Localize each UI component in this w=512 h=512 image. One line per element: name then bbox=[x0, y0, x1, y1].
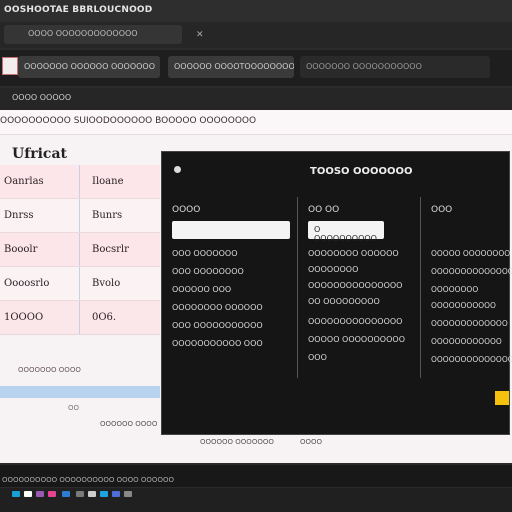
list-item[interactable]: OOOOOOOO bbox=[308, 265, 358, 274]
list-item[interactable]: OOOOOOOOOOOOOOO bbox=[431, 267, 512, 276]
popup-dialog: TOOSO OOOOOOO OOOO OOO OOOOOOO OOO OOOOO… bbox=[161, 151, 512, 435]
popup-column-1: OOOO OOO OOOOOOO OOO OOOOOOOO OOOOOO OOO… bbox=[162, 197, 296, 378]
browser-tab-bar: OOOO OOOOOOOOOOOOO ✕ bbox=[0, 22, 512, 48]
address-field[interactable]: OOOOOOO OOOOOO OOOOOOO bbox=[18, 56, 160, 78]
table-row[interactable]: Dnrss Bunrs bbox=[0, 199, 160, 233]
table-cell: Bocsrlr bbox=[92, 244, 129, 255]
secondary-field[interactable]: OOOOOOO OOOOOOOOOOO bbox=[300, 56, 490, 78]
page-thumbnail-icon[interactable] bbox=[2, 57, 18, 75]
list-item[interactable]: OOOOOOOOOOO bbox=[431, 301, 496, 310]
list-item[interactable]: OOOOOOOOOOOOOOO bbox=[431, 355, 512, 364]
browser-tab[interactable]: OOOO OOOOOOOOOOOOO bbox=[4, 25, 182, 44]
list-item[interactable]: OOOOO OOOOOOOOOO bbox=[308, 335, 405, 344]
app-title: OOSHOOTAE BBRLOUCNOOD bbox=[4, 5, 153, 15]
taskbar-app-icon[interactable] bbox=[24, 491, 32, 497]
table-cell: Bvolo bbox=[92, 278, 121, 289]
window-dot-icon[interactable] bbox=[174, 166, 181, 173]
table-cell: Booolr bbox=[0, 233, 80, 266]
list-item[interactable]: OOOOOO OOO bbox=[172, 285, 231, 294]
table-cell: Bunrs bbox=[92, 210, 123, 221]
taskbar-app-icon[interactable] bbox=[48, 491, 56, 497]
taskbar-app-icon[interactable] bbox=[36, 491, 44, 497]
list-item[interactable]: OOO OOOOOOOOOOO bbox=[172, 321, 263, 330]
taskbar-app-icon[interactable] bbox=[124, 491, 132, 497]
popup-column-3: OOO OOOOO OOOOOOOO OOOOOOOOOOOOOOO OOOOO… bbox=[420, 197, 512, 378]
taskbar-app-icon[interactable] bbox=[88, 491, 96, 497]
taskbar bbox=[0, 488, 512, 512]
taskbar-app-icon[interactable] bbox=[112, 491, 120, 497]
list-item[interactable]: OOOOOOOO OOOOOO bbox=[308, 249, 399, 258]
table-cell: 0O6. bbox=[92, 312, 117, 323]
address-toolbar: OOOOOOO OOOOOO OOOOOOO OOOOOO OOOOTOOOOO… bbox=[0, 50, 512, 86]
list-item[interactable]: OO OOOOOOOOO bbox=[308, 297, 380, 306]
column-heading: OOOO bbox=[172, 205, 201, 215]
status-text: OOOOOOOOOO OOOOOOOOOO OOOO OOOOOO bbox=[2, 476, 174, 484]
popup-column-2: OO OO O OOOOOOOOOO OOOOOOOO OOOOOO OOOOO… bbox=[297, 197, 420, 378]
list-item[interactable]: OOOOOOOOOOOOO bbox=[431, 319, 508, 328]
list-item[interactable]: OOO OOOOOOOO bbox=[172, 267, 244, 276]
menubar-text[interactable]: OOOOOOOOOO SUIOODOOOOOO BOOOOO OOOOOOOO bbox=[0, 116, 256, 126]
popup-title: TOOSO OOOOOOO bbox=[310, 166, 413, 177]
table-row[interactable]: Oanrlas Iloane bbox=[0, 165, 160, 199]
data-table: Oanrlas Iloane Dnrss Bunrs Booolr Bocsrl… bbox=[0, 165, 160, 335]
table-cell: Dnrss bbox=[0, 199, 80, 232]
lower-label: OOOOOO OOOOOOO bbox=[200, 438, 274, 446]
column-heading: OO OO bbox=[308, 205, 340, 215]
browser-tab-label: OOOO OOOOOOOOOOOOO bbox=[28, 29, 138, 38]
list-item[interactable]: OOOOO OOOOOOOO bbox=[431, 249, 510, 258]
list-item[interactable]: OOOOOOOOOOOOOOO bbox=[308, 281, 402, 290]
title-bar: OOSHOOTAE BBRLOUCNOOD bbox=[0, 0, 512, 22]
taskbar-app-icon[interactable] bbox=[62, 491, 70, 497]
page-title: Ufricat bbox=[12, 146, 67, 162]
list-item[interactable]: OOOOOOOOOOOO bbox=[431, 337, 502, 346]
list-item[interactable]: OOOOOOOOOOO OOO bbox=[172, 339, 263, 348]
lower-label: OOOOOO OOOO bbox=[100, 420, 158, 428]
list-item[interactable]: OOO OOOOOOO bbox=[172, 249, 238, 258]
column-input[interactable]: O OOOOOOOOOO bbox=[308, 221, 384, 243]
table-cell: Oooosrlo bbox=[0, 267, 80, 300]
search-field[interactable]: OOOOOO OOOOTOOOOOOOOOO bbox=[168, 56, 294, 78]
table-row[interactable]: 1OOOO 0O6. bbox=[0, 301, 160, 335]
bookmark-item[interactable]: OOOO OOOOO bbox=[12, 93, 71, 102]
column-heading: OOO bbox=[431, 205, 453, 215]
table-row[interactable]: Booolr Bocsrlr bbox=[0, 233, 160, 267]
taskbar-app-icon[interactable] bbox=[12, 491, 20, 497]
table-footnote: OOOOOOO OOOO bbox=[18, 366, 81, 374]
table-cell: Oanrlas bbox=[0, 165, 80, 198]
taskbar-app-icon[interactable] bbox=[100, 491, 108, 497]
table-cell: Iloane bbox=[92, 176, 124, 187]
bookmarks-bar: OOOO OOOOO bbox=[0, 88, 512, 110]
resize-handle[interactable] bbox=[495, 391, 509, 405]
list-item[interactable]: OOOOOOOOOOOOOOO bbox=[308, 317, 402, 326]
lower-label: OO bbox=[68, 404, 80, 412]
status-strip: OOOOOOOOOO OOOOOOOOOO OOOO OOOOOO bbox=[0, 465, 512, 487]
taskbar-app-icon[interactable] bbox=[76, 491, 84, 497]
column-input[interactable] bbox=[172, 221, 290, 239]
window-menubar: OOOOOOOOOO SUIOODOOOOOO BOOOOO OOOOOOOO bbox=[0, 110, 512, 135]
list-item[interactable]: OOOOOOOO bbox=[431, 285, 478, 294]
lower-label: OOOO bbox=[300, 438, 323, 446]
table-cell: 1OOOO bbox=[0, 301, 80, 334]
selection-highlight-bar[interactable] bbox=[0, 386, 160, 398]
list-item[interactable]: OOOOOOOO OOOOOO bbox=[172, 303, 263, 312]
table-row[interactable]: Oooosrlo Bvolo bbox=[0, 267, 160, 301]
list-item[interactable]: OOO bbox=[308, 353, 327, 362]
close-tab-icon[interactable]: ✕ bbox=[196, 30, 204, 40]
